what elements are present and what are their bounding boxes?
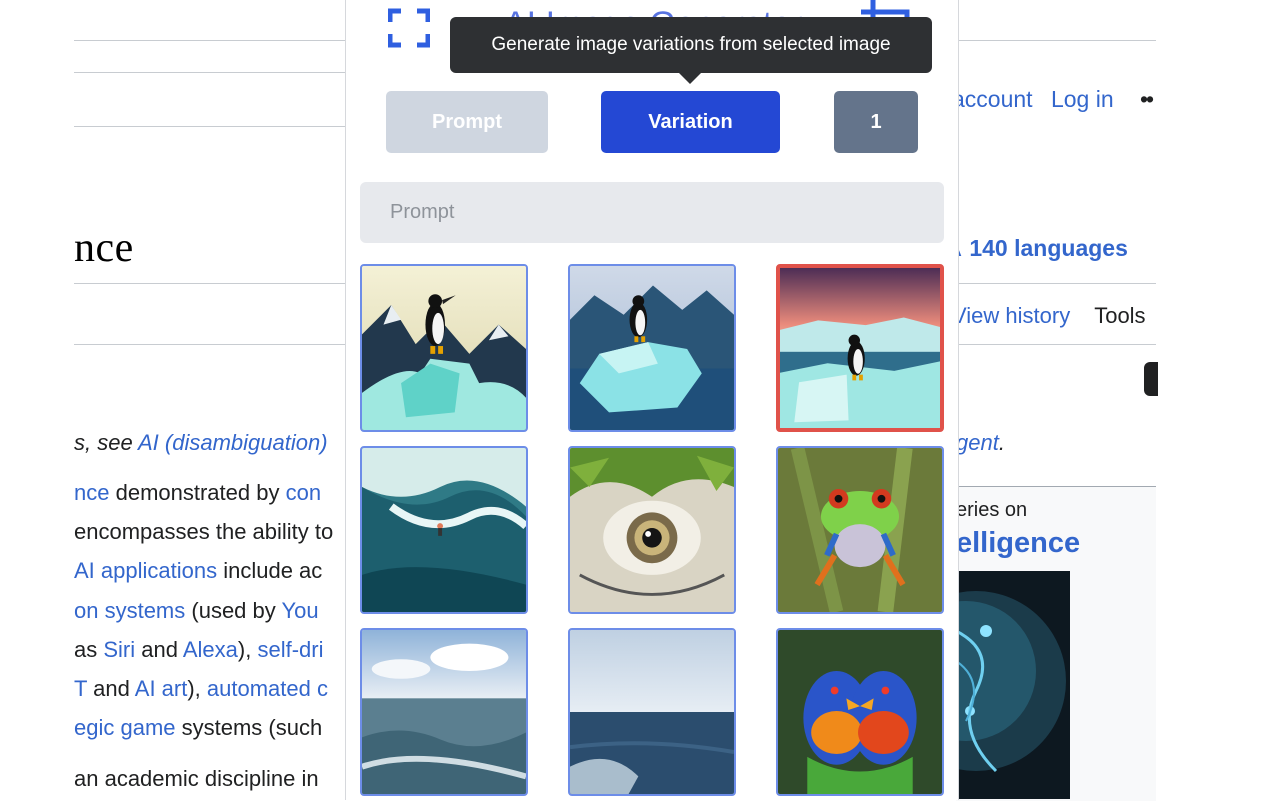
languages-button[interactable]: A140 languages bbox=[946, 235, 1128, 262]
generated-image-tree-frog[interactable] bbox=[776, 446, 944, 614]
article-text: and bbox=[135, 637, 183, 662]
article-link[interactable]: self-dri bbox=[257, 637, 323, 662]
penguin-iceberg-image bbox=[570, 266, 734, 430]
variation-mode-button[interactable]: Variation bbox=[601, 91, 780, 153]
bird-eye-image bbox=[570, 448, 734, 612]
article-line: encompasses the ability to bbox=[74, 519, 333, 545]
article-line: T and AI art), automated c bbox=[74, 676, 328, 702]
article-line: AI applications include ac bbox=[74, 558, 322, 584]
article-line: an academic discipline in bbox=[74, 766, 319, 792]
create-account-link[interactable]: account bbox=[952, 86, 1033, 112]
article-text: an academic discipline in bbox=[74, 766, 319, 791]
article-text: ), bbox=[237, 637, 258, 662]
article-text: include ac bbox=[217, 558, 323, 583]
prompt-input[interactable] bbox=[360, 182, 944, 243]
article-link[interactable]: Siri bbox=[103, 637, 135, 662]
generated-image-bird-eye[interactable] bbox=[568, 446, 736, 614]
article-link[interactable]: automated c bbox=[207, 676, 328, 701]
page-tabs: View history Tools bbox=[952, 303, 1146, 329]
hatnote-text: s, see bbox=[74, 430, 138, 455]
infobox-title[interactable]: elligence bbox=[956, 527, 1080, 560]
tools-menu[interactable]: Tools bbox=[1094, 303, 1145, 328]
lock-icon bbox=[1144, 362, 1158, 396]
generated-image-open-sea[interactable] bbox=[568, 628, 736, 796]
article-link[interactable]: egic game bbox=[74, 715, 176, 740]
generated-image-lorikeets[interactable] bbox=[776, 628, 944, 796]
article-text: (used by bbox=[185, 598, 282, 623]
article-line: nce demonstrated by con bbox=[74, 480, 321, 506]
article-text: demonstrated by bbox=[109, 480, 286, 505]
ai-image-generator-popup: AI Image Generator Generate image variat… bbox=[345, 0, 959, 800]
expand-icon[interactable] bbox=[388, 8, 430, 48]
brain-illustration bbox=[956, 571, 1070, 799]
divider bbox=[74, 126, 346, 127]
more-options-icon[interactable]: •• bbox=[1140, 86, 1154, 113]
article-line: egic game systems (such bbox=[74, 715, 322, 741]
article-text: systems (such bbox=[175, 715, 323, 740]
article-line: on systems (used by You bbox=[74, 598, 319, 624]
tooltip-arrow bbox=[679, 73, 701, 84]
tree-frog-image bbox=[778, 448, 942, 612]
article-text: encompasses the ability to bbox=[74, 519, 334, 544]
article-text: as bbox=[74, 637, 104, 662]
article-link[interactable]: T bbox=[74, 676, 87, 701]
languages-label: 140 languages bbox=[969, 235, 1128, 261]
article-link[interactable]: Alexa bbox=[183, 637, 238, 662]
image-count-button[interactable]: 1 bbox=[834, 91, 918, 153]
ocean-shore-image bbox=[362, 630, 526, 794]
page-title: nce bbox=[74, 225, 134, 271]
hatnote-right: gent. bbox=[956, 430, 1005, 456]
personal-tools: account Log in bbox=[952, 86, 1126, 113]
generated-image-penguin-sunset[interactable] bbox=[776, 264, 944, 432]
prompt-mode-button[interactable]: Prompt bbox=[386, 91, 548, 153]
article-link[interactable]: nce bbox=[74, 480, 109, 505]
lorikeets-image bbox=[778, 630, 942, 794]
hatnote-right-link[interactable]: gent bbox=[956, 430, 999, 455]
variation-tooltip: Generate image variations from selected … bbox=[450, 17, 932, 73]
penguin-mountains-image bbox=[362, 266, 526, 430]
article-link[interactable]: on systems bbox=[74, 598, 185, 623]
article-link[interactable]: con bbox=[286, 480, 321, 505]
generated-image-surfer-wave[interactable] bbox=[360, 446, 528, 614]
article-text: and bbox=[87, 676, 135, 701]
tab-view-history[interactable]: View history bbox=[952, 303, 1070, 328]
login-link[interactable]: Log in bbox=[1051, 86, 1114, 112]
disambiguation-link[interactable]: AI (disambiguation) bbox=[138, 430, 328, 455]
article-text: ), bbox=[187, 676, 207, 701]
open-sea-image bbox=[570, 630, 734, 794]
article-link[interactable]: You bbox=[281, 598, 318, 623]
generated-image-penguin-mountains[interactable] bbox=[360, 264, 528, 432]
infobox: eries on elligence bbox=[956, 486, 1156, 801]
hatnote-right-text: . bbox=[998, 430, 1005, 455]
generated-image-penguin-iceberg[interactable] bbox=[568, 264, 736, 432]
surfer-wave-image bbox=[362, 448, 526, 612]
divider bbox=[74, 72, 346, 73]
article-link[interactable]: AI applications bbox=[74, 558, 217, 583]
hatnote: s, see AI (disambiguation) bbox=[74, 430, 328, 456]
article-line: as Siri and Alexa), self-dri bbox=[74, 637, 323, 663]
generated-image-ocean-shore[interactable] bbox=[360, 628, 528, 796]
article-link[interactable]: AI art bbox=[135, 676, 188, 701]
infobox-series: eries on bbox=[956, 499, 1028, 521]
penguin-sunset-image bbox=[780, 268, 940, 428]
